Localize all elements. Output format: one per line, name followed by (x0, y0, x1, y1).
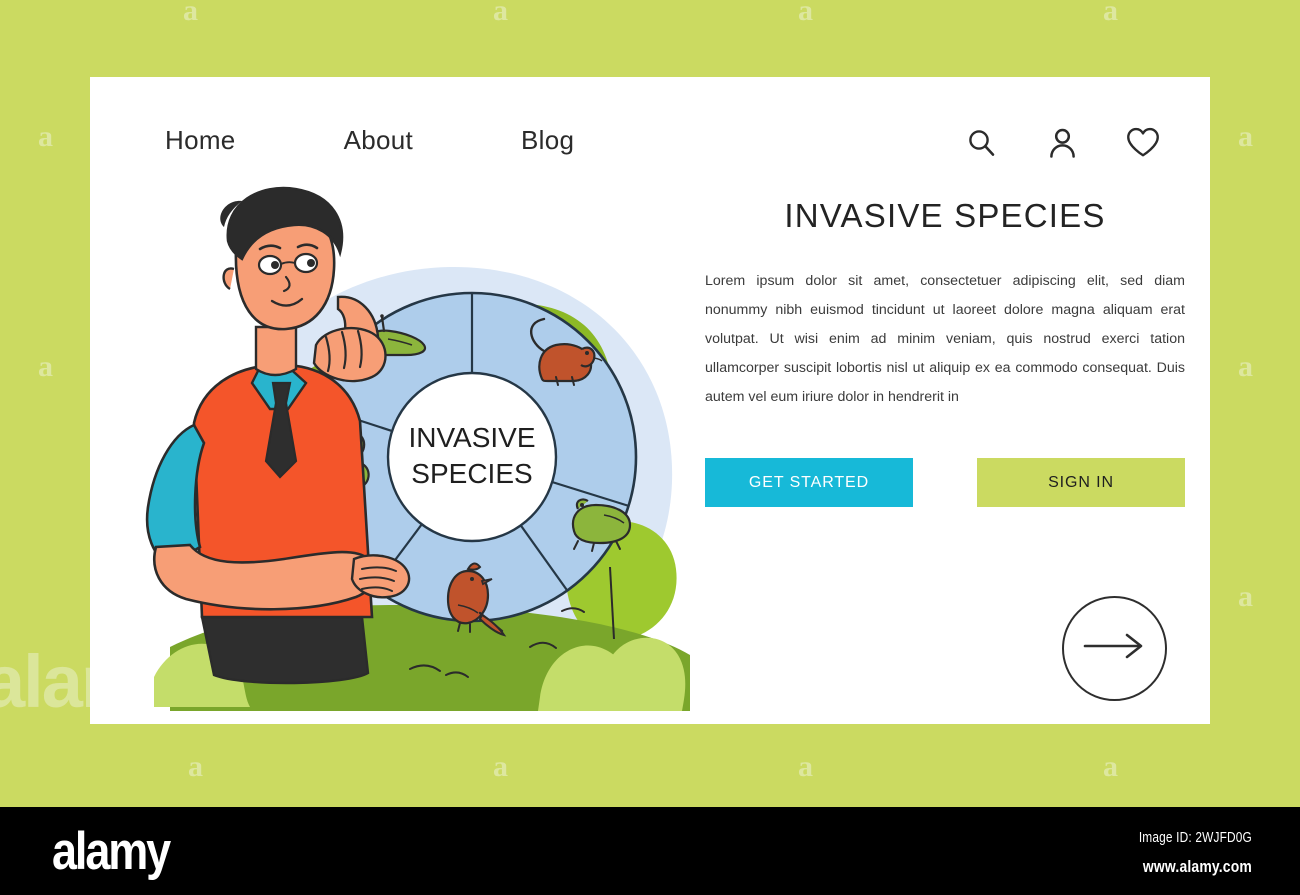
watermark-glyph: a (493, 0, 508, 27)
alamy-logo: alamy (52, 822, 171, 881)
watermark-glyph: a (493, 750, 508, 783)
watermark-glyph: a (1103, 750, 1118, 783)
watermark-glyph: a (1238, 580, 1253, 613)
wheel-hub (386, 371, 558, 543)
hero-card: Home About Blog INVASIVE SPECIES INVASIV… (90, 77, 1210, 724)
watermark-glyph: a (798, 0, 813, 27)
hand-grip (312, 326, 387, 383)
watermark-glyph: a (798, 750, 813, 783)
nav-links: Home About Blog (165, 125, 574, 156)
get-started-button[interactable]: GET STARTED (705, 458, 913, 507)
page-title: INVASIVE SPECIES (784, 197, 1106, 234)
wheel-center-line2: SPECIES (411, 458, 532, 489)
nav-link-home[interactable]: Home (165, 125, 236, 156)
watermark-glyph: a (1238, 120, 1253, 153)
watermark-glyph: a (183, 0, 198, 27)
arrow-right-icon (1082, 633, 1148, 664)
nav-link-blog[interactable]: Blog (521, 125, 574, 156)
watermark-glyph: a (38, 120, 53, 153)
watermark-glyph: a (1238, 350, 1253, 383)
nav-link-about[interactable]: About (344, 125, 413, 156)
heart-icon[interactable] (1126, 125, 1160, 159)
hero-text-block: INVASIVE SPECIES Lorem ipsum dolor sit a… (705, 197, 1185, 413)
wheel-center-line1: INVASIVE (408, 422, 535, 453)
next-arrow-button[interactable] (1062, 596, 1167, 701)
footer-meta: Image ID: 2WJFD0G www.alamy.com (1114, 830, 1252, 877)
hero-illustration: INVASIVE SPECIES (110, 177, 700, 722)
watermark-glyph: a (1103, 0, 1118, 27)
hero-paragraph: Lorem ipsum dolor sit amet, consectetuer… (705, 273, 1185, 406)
alamy-url: www.alamy.com (1142, 857, 1252, 876)
image-id-label: Image ID: 2WJFD0G (1138, 830, 1252, 846)
sign-in-button[interactable]: SIGN IN (977, 458, 1185, 507)
screenshot-root: a a a a a a a a a a a a a alamy Home Abo… (0, 0, 1300, 895)
hero-button-row: GET STARTED SIGN IN (705, 458, 1185, 507)
alamy-footer-bar: alamy Image ID: 2WJFD0G www.alamy.com (0, 807, 1300, 895)
watermark-glyph: a (188, 750, 203, 783)
nav-icon-group (964, 125, 1160, 159)
watermark-glyph: a (38, 350, 53, 383)
user-icon[interactable] (1045, 125, 1079, 159)
search-icon[interactable] (964, 125, 998, 159)
